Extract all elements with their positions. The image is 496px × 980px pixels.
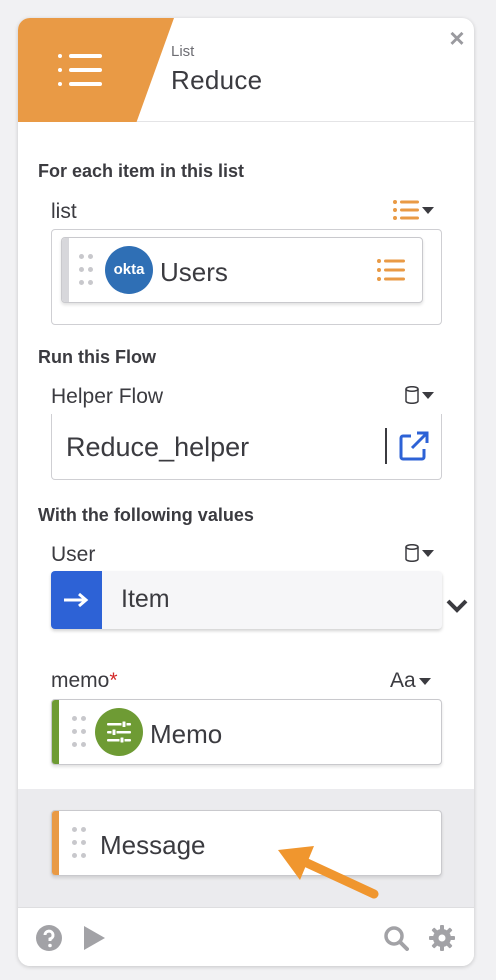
list-section-heading: For each item in this list xyxy=(38,161,245,181)
list-icon xyxy=(393,200,419,220)
card-category: List xyxy=(171,43,195,60)
list-icon xyxy=(377,259,405,281)
card-type-badge xyxy=(18,18,174,122)
arrow-right-icon xyxy=(51,571,102,629)
output-area: Message xyxy=(18,789,474,907)
settings-sliders-icon xyxy=(95,708,143,756)
close-icon[interactable]: × xyxy=(445,25,469,51)
helper-flow-type-toggle[interactable] xyxy=(405,383,434,407)
gear-icon[interactable] xyxy=(429,925,455,951)
user-value-label: Item xyxy=(121,585,170,613)
memo-pill[interactable]: Memo xyxy=(51,699,442,765)
chevron-down-icon[interactable] xyxy=(445,596,469,616)
card-panel: List Reduce × For each item in this list… xyxy=(18,18,474,966)
list-drop-zone[interactable]: okta Users xyxy=(51,229,442,325)
users-pill[interactable]: okta Users xyxy=(61,237,423,303)
text-type-label: Aa xyxy=(390,669,416,692)
card-footer xyxy=(18,907,474,966)
user-type-toggle[interactable] xyxy=(405,541,434,565)
helper-flow-field[interactable]: Reduce_helper xyxy=(51,414,442,480)
user-field-label: User xyxy=(51,543,96,566)
help-icon[interactable] xyxy=(36,925,62,951)
drag-handle-icon[interactable] xyxy=(72,716,86,750)
flow-section-heading: Run this Flow xyxy=(38,347,156,367)
user-value-field[interactable]: Item xyxy=(51,571,442,629)
chevron-down-icon xyxy=(422,206,434,214)
search-icon[interactable] xyxy=(383,925,409,951)
play-icon[interactable] xyxy=(81,925,107,951)
chevron-down-icon xyxy=(422,391,434,399)
list-field-label: list xyxy=(51,200,77,223)
card-header: List Reduce × xyxy=(18,18,474,122)
divider xyxy=(385,428,387,464)
annotation-arrow-icon xyxy=(278,846,379,899)
database-icon xyxy=(405,386,419,404)
helper-flow-name: Reduce_helper xyxy=(66,432,250,462)
required-marker: * xyxy=(109,669,118,692)
memo-field-label: memo* xyxy=(51,669,118,692)
okta-logo: okta xyxy=(105,246,153,294)
list-type-toggle[interactable] xyxy=(393,198,434,222)
external-link-icon[interactable] xyxy=(398,430,430,462)
memo-label: Memo xyxy=(150,719,223,749)
values-section-heading: With the following values xyxy=(38,505,254,525)
helper-flow-label: Helper Flow xyxy=(51,385,164,408)
card-title: Reduce xyxy=(171,65,263,95)
drag-handle-icon[interactable] xyxy=(79,254,93,288)
memo-type-toggle[interactable]: Aa xyxy=(390,669,431,693)
database-icon xyxy=(405,544,419,562)
chevron-down-icon xyxy=(418,677,431,685)
list-icon xyxy=(58,54,102,86)
message-label: Message xyxy=(100,830,206,860)
chevron-down-icon xyxy=(422,549,434,557)
drag-handle-icon[interactable] xyxy=(72,827,86,861)
users-label: Users xyxy=(160,257,228,287)
